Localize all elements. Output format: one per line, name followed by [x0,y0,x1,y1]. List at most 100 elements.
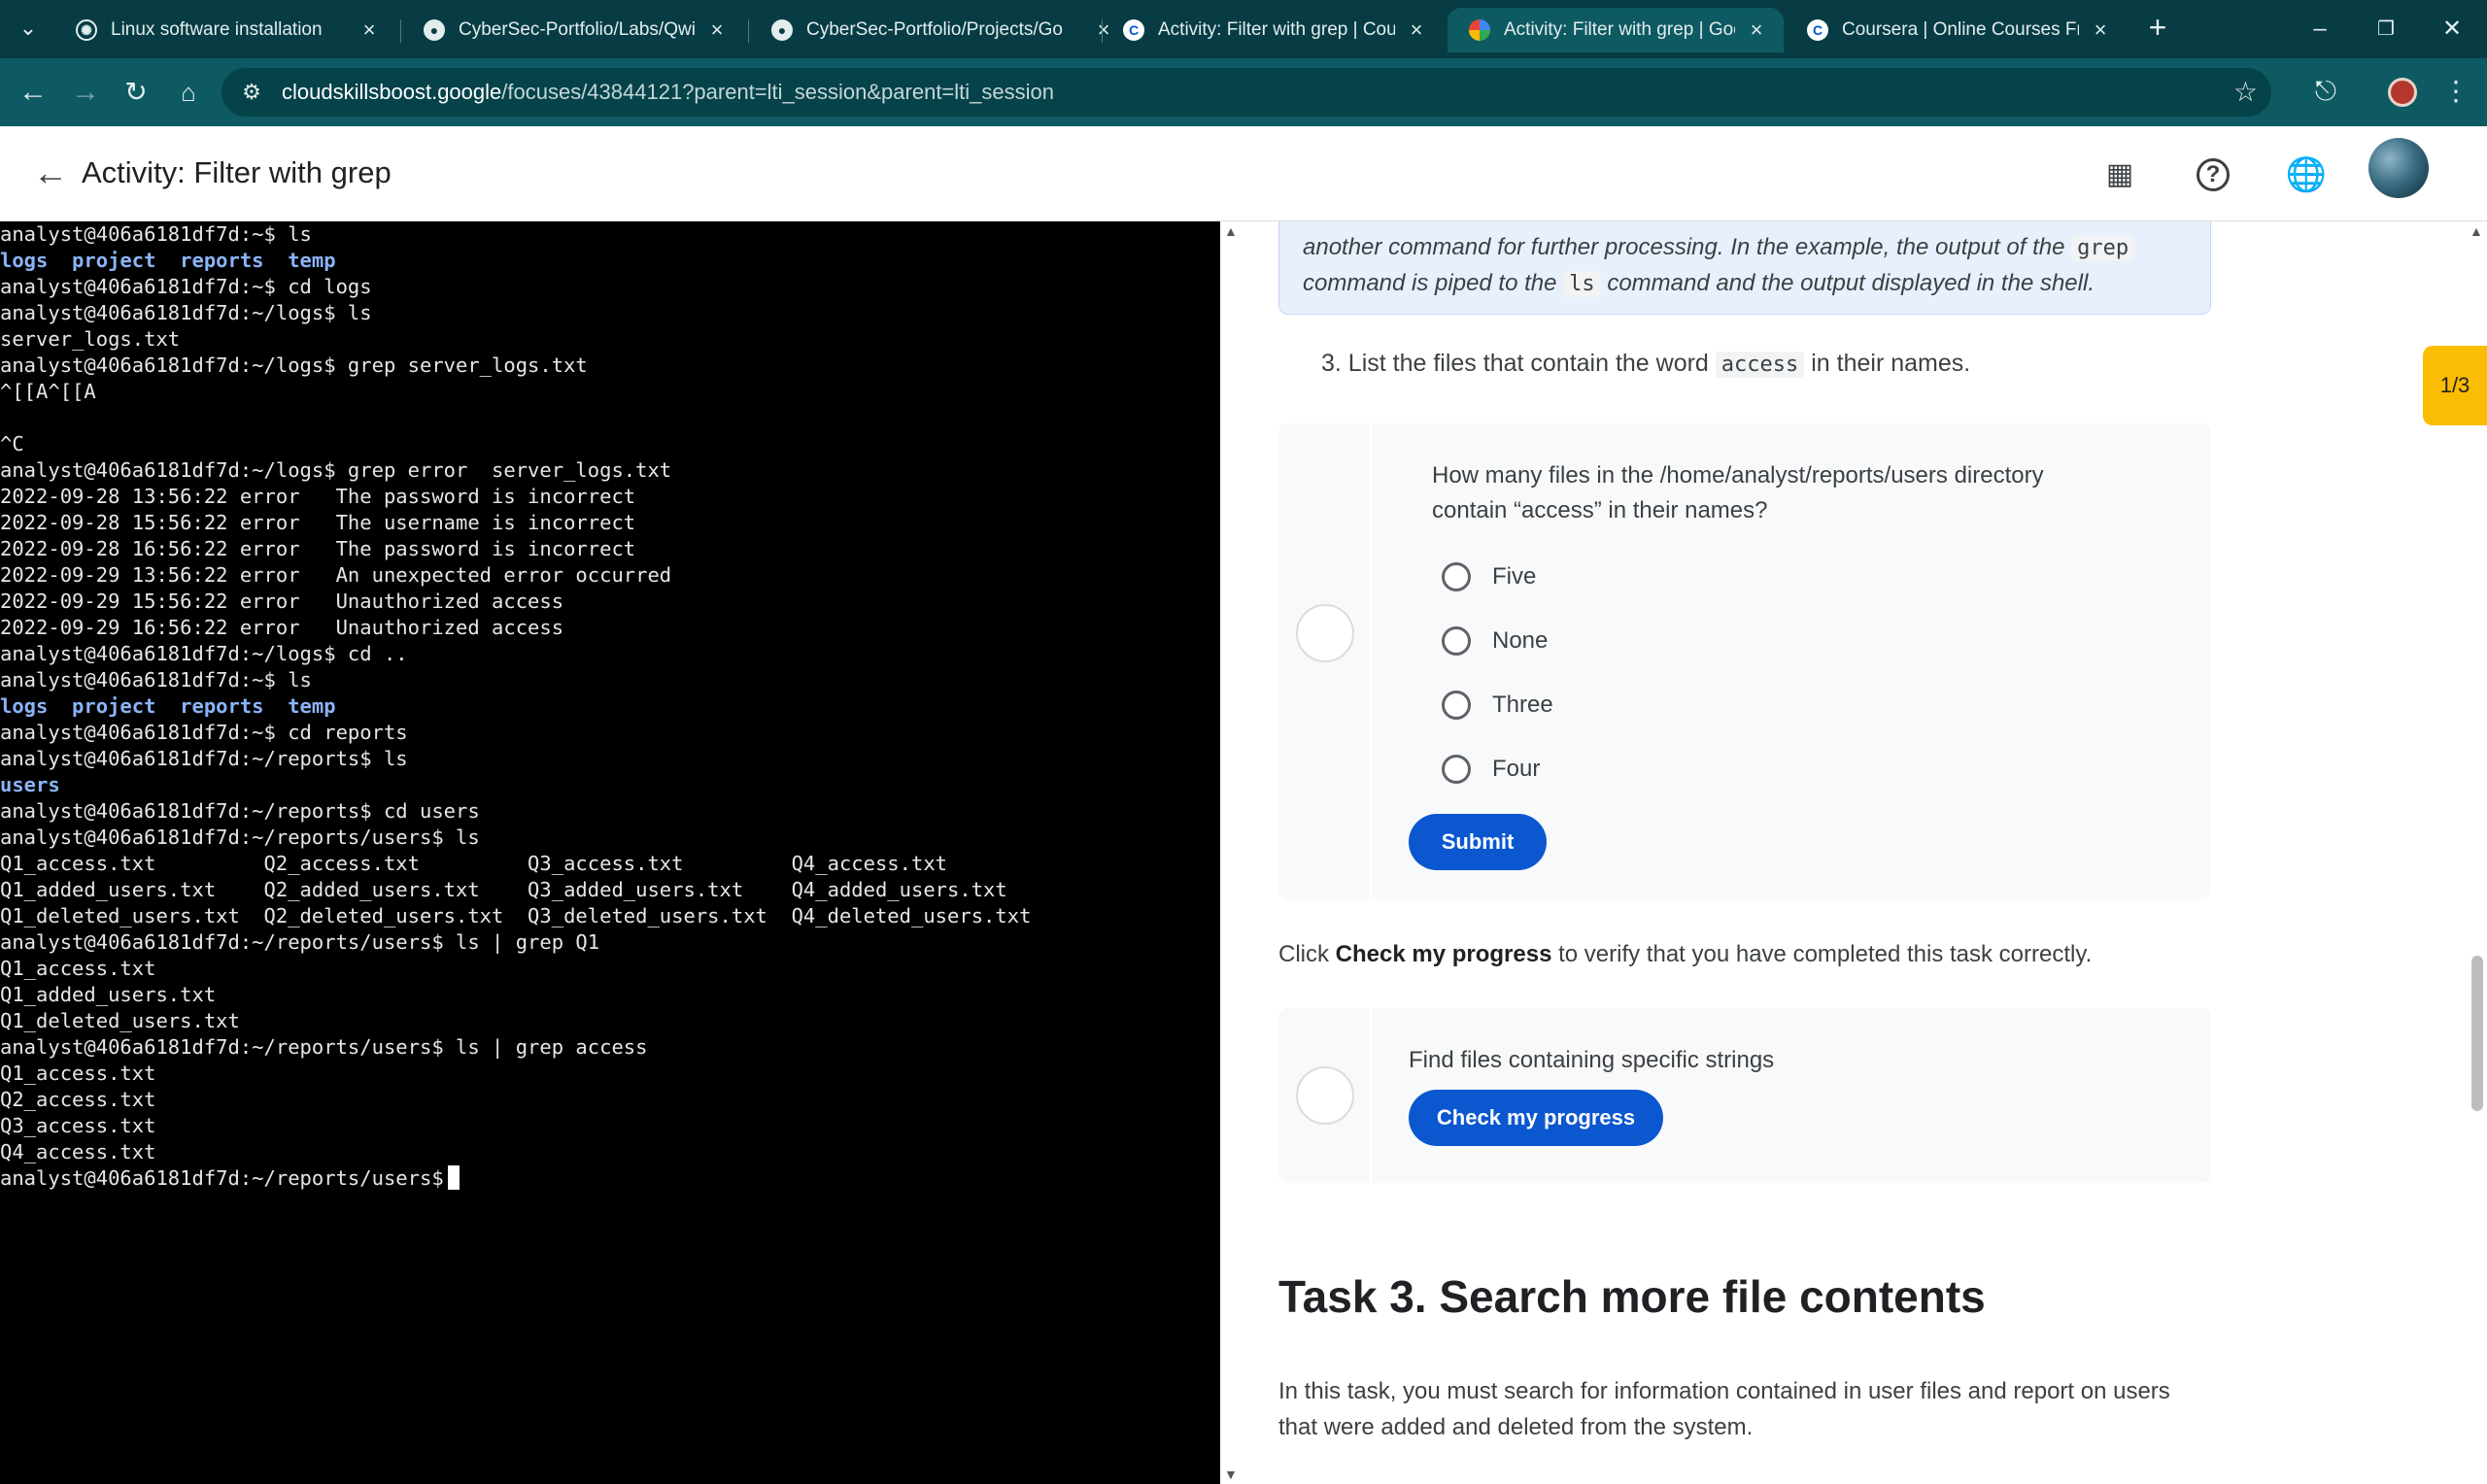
terminal-line: analyst@406a6181df7d:~/logs$ ls [0,301,372,324]
terminal-line: analyst@406a6181df7d:~/reports/users$ ls… [0,1035,648,1059]
reload-icon[interactable]: ↻ [117,73,155,112]
tab-active-cloudskills[interactable]: Activity: Filter with grep | Googl × [1448,8,1784,52]
terminal-line: 2022-09-29 16:56:22 error Unauthorized a… [0,616,564,639]
home-icon[interactable]: ⌂ [169,73,208,112]
language-globe-icon[interactable]: 🌐 [2285,153,2328,196]
scrollbar-thumb[interactable] [2471,956,2483,1111]
tab-title: Activity: Filter with grep | Cours [1158,19,1395,40]
terminal-line: analyst@406a6181df7d:~$ cd reports [0,721,408,744]
terminal-pane[interactable]: analyst@406a6181df7d:~$ ls logs project r… [0,221,1220,1484]
terminal-line: analyst@406a6181df7d:~/reports/users$ ls… [0,930,600,954]
tab-title: CyberSec-Portfolio/Projects/Go [806,19,1063,40]
progress-check-card: Find files containing specific strings C… [1278,1008,2211,1183]
tab-github-projects[interactable]: ● CyberSec-Portfolio/Projects/Go × [750,8,1131,52]
terminal-line: 2022-09-28 16:56:22 error The password i… [0,537,636,560]
terminal-line: analyst@406a6181df7d:~/logs$ grep server… [0,354,588,377]
task-intro: In this task, you must search for inform… [1278,1378,2170,1440]
quiz-option-three[interactable]: Three [1442,686,1553,725]
terminal-scrollbar[interactable]: ▲ ▼ [1220,221,1242,1484]
quiz-option-none[interactable]: None [1442,622,1548,660]
back-arrow-icon[interactable]: ← [33,153,68,192]
close-icon[interactable]: × [1405,17,1428,43]
new-tab-plus-icon[interactable]: + [2141,12,2174,45]
bookmark-star-icon[interactable]: ☆ [2233,76,2258,108]
terminal-line: 2022-09-28 13:56:22 error The password i… [0,485,636,508]
tab-title: Coursera | Online Courses From [1842,19,2079,40]
coursera-icon: C [1807,19,1828,41]
window-close-icon[interactable]: ✕ [2425,10,2479,49]
tab-coursera-activity[interactable]: C Activity: Filter with grep | Cours × [1102,8,1444,52]
terminal-line: analyst@406a6181df7d:~$ ls [0,668,312,691]
terminal-line: analyst@406a6181df7d:~$ ls [0,222,312,246]
terminal-line: ^[[A^[[A [0,380,96,403]
quiz-card-body: How many files in the /home/analyst/repo… [1278,423,2211,899]
extensions-puzzle-icon[interactable]: ⎋ [2306,72,2345,111]
cloud-skills-icon [1469,19,1490,41]
scroll-up-icon[interactable]: ▲ [1224,223,1238,239]
address-bar[interactable]: ⚙ cloudskillsboost.google/focuses/438441… [221,68,2271,117]
terminal-line: 2022-09-29 13:56:22 error An unexpected … [0,563,672,587]
github-icon: ● [771,19,793,41]
close-icon[interactable]: × [358,17,381,43]
quiz-option-five[interactable]: Five [1442,557,1536,596]
terminal-line: analyst@406a6181df7d:~$ cd logs [0,275,372,298]
lab-header: ← Activity: Filter with grep ▦ ? 🌐 [0,126,2487,221]
user-avatar[interactable] [2368,138,2429,198]
terminal-prompt: analyst@406a6181df7d:~/reports/users$ [0,1166,444,1190]
browser-profile-avatar[interactable] [2388,78,2417,107]
tab-linux-software[interactable]: ✺ Linux software installation × [54,8,396,52]
page-indicator[interactable]: 1/3 [2423,346,2487,425]
quiz-question: How many files in the /home/analyst/repo… [1432,462,2044,523]
address-toolbar: ← → ↻ ⌂ ⚙ cloudskillsboost.google/focuse… [0,58,2487,126]
quiz-option-four[interactable]: Four [1442,750,1540,789]
tab-title: CyberSec-Portfolio/Labs/Qwikla [459,19,696,40]
close-icon[interactable]: × [1745,17,1768,43]
terminal-line: server_logs.txt [0,327,181,351]
tab-github-labs[interactable]: ● CyberSec-Portfolio/Labs/Qwikla × [402,8,744,52]
terminal-line: Q1_access.txt [0,957,156,980]
terminal-line: Q1_deleted_users.txt [0,1009,240,1032]
scroll-down-icon[interactable]: ▼ [1224,1467,1238,1482]
quiz-status-indicator [1296,604,1354,662]
terminal-line: Q1_added_users.txt Q2_added_users.txt Q3… [0,878,1007,901]
back-icon[interactable]: ← [14,73,52,112]
radio-button[interactable] [1442,626,1471,656]
inline-code: ls [1563,271,1601,297]
terminal-prompt-line[interactable]: analyst@406a6181df7d:~/reports/users$ [0,1165,1031,1192]
minimize-icon[interactable]: – [2293,10,2347,49]
forward-icon[interactable]: → [66,73,105,112]
tab-coursera-home[interactable]: C Coursera | Online Courses From × [1786,8,2128,52]
terminal-line: 2022-09-29 15:56:22 error Unauthorized a… [0,590,564,613]
terminal-line: analyst@406a6181df7d:~/logs$ grep error … [0,458,672,482]
inline-code: grep [2071,235,2135,261]
radio-button[interactable] [1442,691,1471,720]
progress-task-label: Find files containing specific strings [1409,1047,1775,1073]
scroll-up-icon[interactable]: ▲ [2470,223,2483,239]
check-my-progress-button[interactable]: Check my progress [1409,1090,1663,1146]
terminal-line: analyst@406a6181df7d:~/reports$ ls [0,747,408,770]
grid-view-icon[interactable]: ▦ [2098,153,2141,196]
submit-button[interactable]: Submit [1409,814,1547,870]
terminal-line: users [0,773,60,796]
tab-search-chevron-icon[interactable]: ⌄ [12,12,45,45]
openai-icon: ✺ [76,19,97,41]
radio-button[interactable] [1442,562,1471,591]
tab-title: Activity: Filter with grep | Googl [1504,19,1735,40]
terminal-line: analyst@406a6181df7d:~/reports$ cd users [0,799,480,823]
tab-strip: ⌄ ✺ Linux software installation × ● Cybe… [0,0,2487,58]
close-icon[interactable]: × [705,17,729,43]
restore-icon[interactable]: ❐ [2359,10,2413,49]
coursera-icon: C [1123,19,1144,41]
progress-status-indicator [1296,1066,1354,1125]
radio-button[interactable] [1442,755,1471,784]
github-icon: ● [424,19,445,41]
terminal-line: Q1_deleted_users.txt Q2_deleted_users.tx… [0,904,1032,928]
terminal-line: Q3_access.txt [0,1114,156,1137]
help-icon[interactable]: ? [2197,158,2230,191]
browser-menu-icon[interactable]: ⋮ [2436,72,2475,111]
close-icon[interactable]: × [2089,17,2112,43]
site-settings-icon[interactable]: ⚙ [237,78,266,107]
terminal-line: 2022-09-28 15:56:22 error The username i… [0,511,636,534]
url-text: cloudskillsboost.google/focuses/43844121… [282,80,1054,104]
